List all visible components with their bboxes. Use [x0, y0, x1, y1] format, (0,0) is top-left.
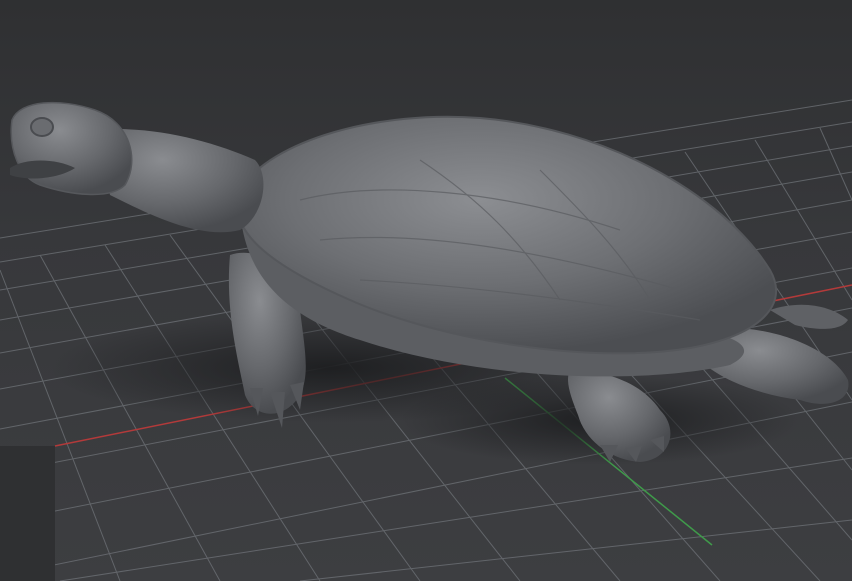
viewport-canvas[interactable] — [0, 0, 852, 581]
3d-viewport[interactable] — [0, 0, 852, 581]
turtle-head — [10, 101, 133, 196]
turtle-tail — [770, 304, 848, 329]
turtle-eye — [30, 117, 54, 137]
viewport-corner-panel — [0, 446, 55, 581]
